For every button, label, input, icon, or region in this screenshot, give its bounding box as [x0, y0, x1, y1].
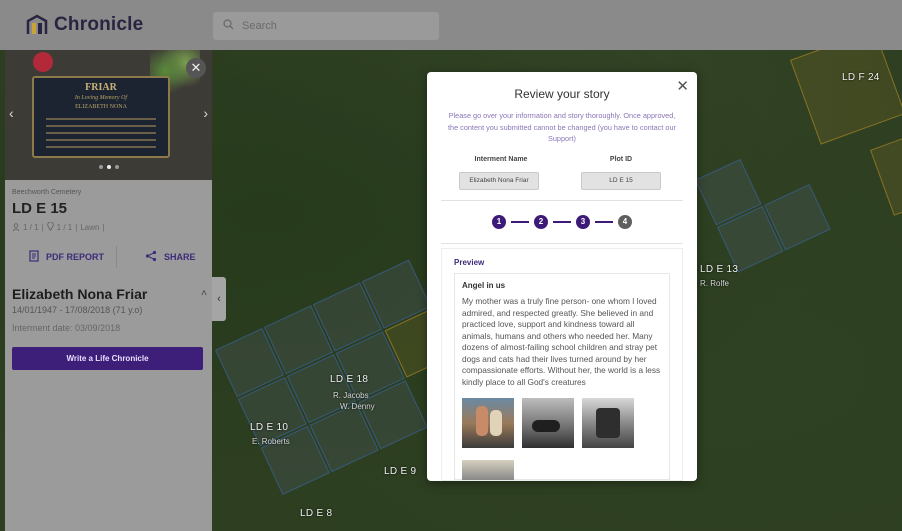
map-plot-label[interactable]: LD E 13 — [700, 264, 738, 275]
document-icon — [29, 249, 39, 265]
story-body: My mother was a truly fine person- one w… — [462, 296, 661, 387]
map-plot-sublabel: E. Roberts — [252, 437, 290, 446]
story-title: Angel in us — [462, 281, 506, 290]
plot-meta: 1 / 1 | 1 / 1 | Lawn | — [12, 221, 105, 233]
map-plot-label[interactable]: LD F 24 — [842, 72, 880, 83]
location-pin-icon — [46, 221, 54, 233]
story-photo[interactable] — [522, 398, 574, 448]
people-icon — [12, 222, 20, 233]
map-plot-sublabel: R. Rolfe — [700, 279, 729, 288]
chevron-right-icon[interactable]: › — [203, 105, 208, 121]
record-actions: PDF REPORT SHARE — [5, 245, 212, 269]
map-plot-label[interactable]: LD E 18 — [330, 374, 368, 385]
plaque-photo[interactable]: FRIAR In Loving Memory Of ELIZABETH NONA… — [5, 50, 212, 180]
interment-name-value: Elizabeth Nona Friar — [459, 172, 539, 190]
step-4: 4 — [618, 215, 632, 229]
chevron-left-icon[interactable]: ‹ — [9, 105, 14, 121]
story-photo[interactable] — [582, 398, 634, 448]
app-name: Chronicle — [54, 14, 144, 35]
map-plot-sublabel: W. Denny — [340, 402, 375, 411]
map-plot-label[interactable]: LD E 9 — [384, 466, 416, 477]
interment-name-label: Interment Name — [474, 156, 528, 163]
person-header: Elizabeth Nona Friar ˄ — [12, 286, 207, 302]
map-plot-label[interactable]: LD E 10 — [250, 422, 288, 433]
life-dates: 14/01/1947 - 17/08/2018 (71 y.o) — [12, 305, 143, 315]
plot-id-value: LD E 15 — [581, 172, 661, 190]
search-placeholder: Search — [242, 20, 277, 32]
map-plot-label[interactable]: LD E 8 — [300, 508, 332, 519]
map-plot-sublabel: R. Jacobs — [333, 391, 369, 400]
cemetery-name: Beechworth Cemetery — [12, 189, 82, 196]
search-icon — [223, 17, 234, 35]
close-photo-button[interactable]: ✕ — [186, 58, 206, 78]
step-3: 3 — [576, 215, 590, 229]
write-life-chronicle-button[interactable]: Write a Life Chronicle — [12, 347, 203, 370]
story-preview-card: Angel in us My mother was a truly fine p… — [454, 273, 670, 480]
top-bar: Chronicle Search — [0, 0, 902, 50]
story-photo[interactable] — [462, 398, 514, 448]
story-photo[interactable] — [462, 460, 514, 480]
chevron-up-icon[interactable]: ˄ — [201, 288, 207, 299]
pdf-report-button[interactable]: PDF REPORT — [29, 249, 104, 265]
record-panel: FRIAR In Loving Memory Of ELIZABETH NONA… — [5, 50, 212, 531]
modal-title: Review your story — [514, 87, 610, 101]
modal-description: Please go over your information and stor… — [448, 111, 676, 143]
chevron-left-icon: ‹ — [217, 293, 221, 305]
share-icon — [145, 250, 157, 265]
collapse-panel-button[interactable]: ‹ — [212, 277, 226, 321]
person-name: Elizabeth Nona Friar — [12, 286, 148, 302]
chronicle-logo-icon — [26, 14, 48, 36]
plaque-image: FRIAR In Loving Memory Of ELIZABETH NONA — [32, 76, 170, 158]
plot-id-label: Plot ID — [609, 156, 633, 163]
step-2: 2 — [534, 215, 548, 229]
review-story-modal: ✕ Review your story Please go over your … — [427, 72, 697, 481]
interment-date: Interment date: 03/09/2018 — [12, 323, 121, 333]
step-1: 1 — [492, 215, 506, 229]
app-logo[interactable]: Chronicle — [26, 14, 143, 36]
preview-section[interactable]: Preview Angel in us My mother was a trul… — [441, 248, 683, 481]
share-button[interactable]: SHARE — [145, 250, 196, 265]
search-input[interactable]: Search — [213, 12, 439, 40]
preview-label: Preview — [454, 258, 485, 267]
step-indicator: 1 2 3 4 — [441, 200, 683, 244]
carousel-dots[interactable] — [5, 156, 212, 174]
plot-id: LD E 15 — [12, 200, 68, 217]
